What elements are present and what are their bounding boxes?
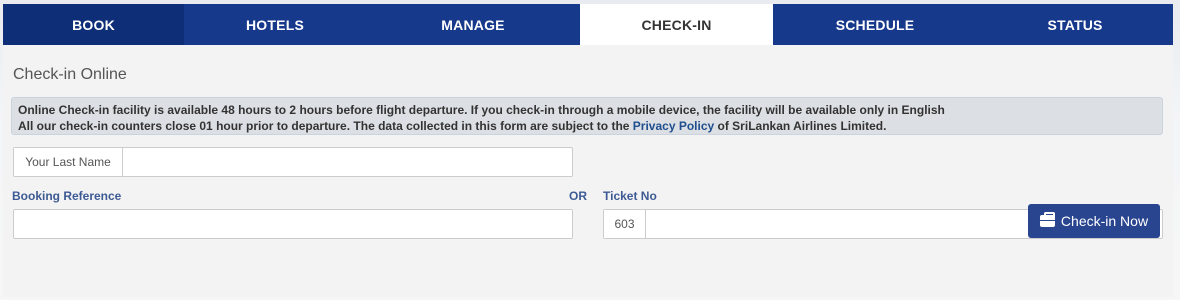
ticket-prefix-addon: 603	[604, 210, 646, 238]
tab-hotels[interactable]: HOTELS	[184, 4, 366, 45]
ticket-no-label: Ticket No	[603, 189, 657, 203]
check-in-panel: Check-in Online Online Check-in facility…	[3, 45, 1173, 297]
tab-status[interactable]: STATUS	[977, 4, 1173, 45]
privacy-policy-link[interactable]: Privacy Policy	[633, 119, 714, 133]
tab-check-in[interactable]: CHECK-IN	[580, 4, 773, 45]
notice-line-1: Online Check-in facility is available 48…	[18, 102, 1156, 118]
or-label: OR	[569, 189, 587, 203]
main-nav: BOOK HOTELS MANAGE CHECK-IN SCHEDULE STA…	[3, 4, 1173, 45]
booking-reference-label: Booking Reference	[12, 189, 122, 203]
tab-schedule[interactable]: SCHEDULE	[773, 4, 977, 45]
notice-line-2-suffix: of SriLankan Airlines Limited.	[714, 119, 887, 133]
notice-line-1-hours: hours	[238, 103, 272, 117]
booking-reference-input[interactable]	[13, 209, 573, 239]
page-title: Check-in Online	[13, 66, 127, 83]
tab-manage[interactable]: MANAGE	[366, 4, 580, 45]
last-name-group: Your Last Name	[13, 147, 573, 177]
info-notice: Online Check-in facility is available 48…	[11, 97, 1163, 135]
last-name-addon: Your Last Name	[14, 148, 123, 176]
last-name-input[interactable]	[123, 148, 572, 176]
notice-line-2: All our check-in counters close 01 hour …	[18, 118, 1156, 134]
check-in-now-label: Check-in Now	[1060, 213, 1149, 229]
tab-book[interactable]: BOOK	[3, 4, 184, 45]
notice-line-1-prefix: Online Check-in facility is available 48	[18, 103, 239, 117]
briefcase-icon	[1039, 212, 1055, 227]
notice-line-1-suffix: to 2 hours before flight departure. If y…	[271, 103, 945, 117]
notice-line-2-prefix: All our check-in counters close 01 hour …	[18, 119, 633, 133]
check-in-now-button[interactable]: Check-in Now	[1028, 204, 1160, 238]
